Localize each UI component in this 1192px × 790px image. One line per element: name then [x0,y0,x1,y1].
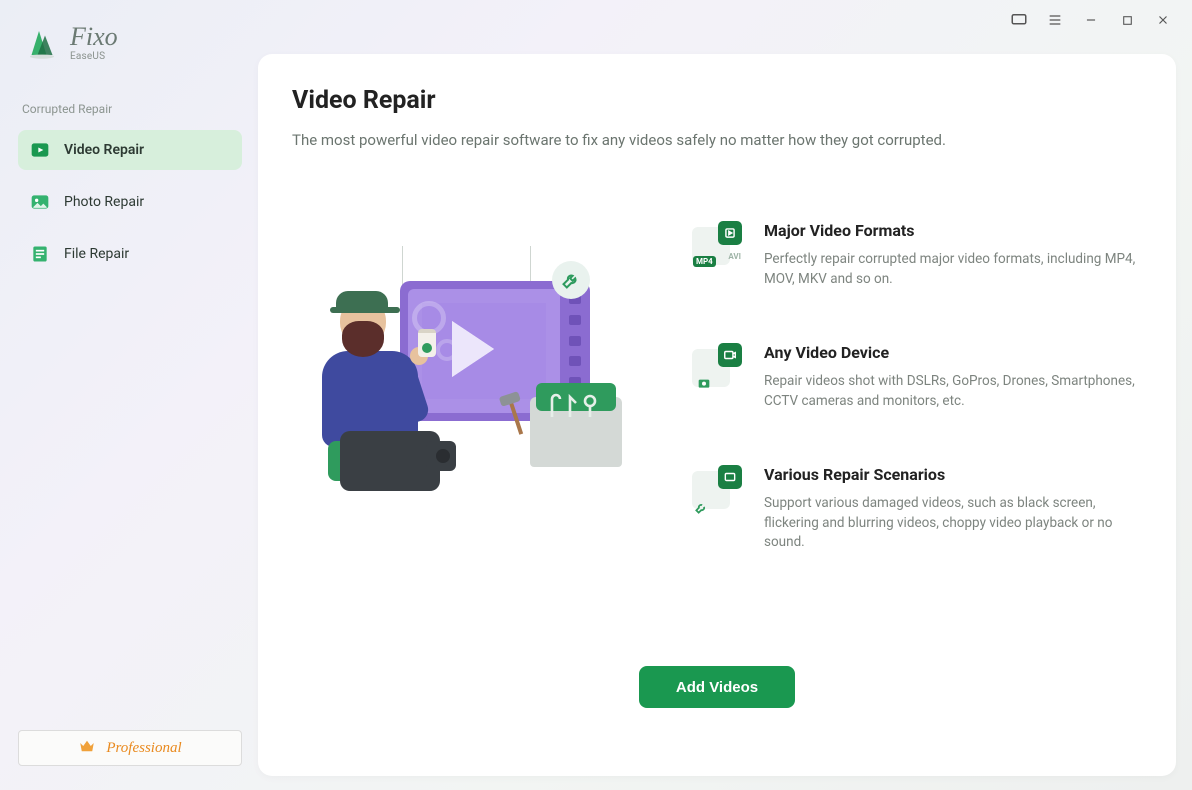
badge-mp4: MP4 [693,256,716,267]
sidebar-nav: Video Repair Photo Repair File Repair [18,130,242,274]
feature-desc: Support various damaged videos, such as … [764,494,1136,553]
feature-list: MP4 AVI Major Video Formats Perfectly re… [692,221,1142,553]
scenarios-icon [692,465,742,515]
hero-illustration [292,221,652,541]
page-subtitle: The most powerful video repair software … [292,131,1142,149]
feature-desc: Repair videos shot with DSLRs, GoPros, D… [764,372,1136,411]
cta-row: Add Videos [258,666,1176,708]
sidebar-item-video-repair[interactable]: Video Repair [18,130,242,170]
fixo-logo-icon [24,25,60,61]
app-logo: Fixo EaseUS [18,20,242,62]
feature-title: Major Video Formats [764,221,1136,240]
maximize-icon[interactable] [1118,11,1136,29]
sidebar-item-label: File Repair [64,246,129,262]
sidebar-item-label: Photo Repair [64,194,144,210]
device-icon [692,343,742,393]
play-icon [30,140,50,160]
add-videos-button[interactable]: Add Videos [639,666,795,708]
document-icon [30,244,50,264]
feedback-icon[interactable] [1010,11,1028,29]
sidebar-item-photo-repair[interactable]: Photo Repair [18,182,242,222]
badge-avi: AVI [728,252,741,261]
menu-icon[interactable] [1046,11,1064,29]
content-row: MP4 AVI Major Video Formats Perfectly re… [292,221,1142,553]
wrench-icon [552,261,590,299]
main-panel: Video Repair The most powerful video rep… [258,54,1176,776]
formats-icon: MP4 AVI [692,221,742,271]
sidebar-item-file-repair[interactable]: File Repair [18,234,242,274]
window-titlebar [1010,0,1192,40]
feature-scenarios: Various Repair Scenarios Support various… [692,465,1136,553]
crown-icon [78,737,96,760]
minimize-icon[interactable] [1082,11,1100,29]
sidebar-section-label: Corrupted Repair [18,102,242,116]
professional-label: Professional [106,740,181,757]
sidebar: Fixo EaseUS Corrupted Repair Video Repai… [0,0,258,790]
feature-title: Any Video Device [764,343,1136,362]
close-icon[interactable] [1154,11,1172,29]
page-title: Video Repair [292,86,1142,115]
professional-button[interactable]: Professional [18,730,242,766]
feature-major-formats: MP4 AVI Major Video Formats Perfectly re… [692,221,1136,289]
app-title: Fixo [70,24,118,50]
app-subtitle: EaseUS [70,52,118,62]
feature-desc: Perfectly repair corrupted major video f… [764,250,1136,289]
feature-title: Various Repair Scenarios [764,465,1136,484]
image-icon [30,192,50,212]
feature-any-device: Any Video Device Repair videos shot with… [692,343,1136,411]
sidebar-item-label: Video Repair [64,142,144,158]
